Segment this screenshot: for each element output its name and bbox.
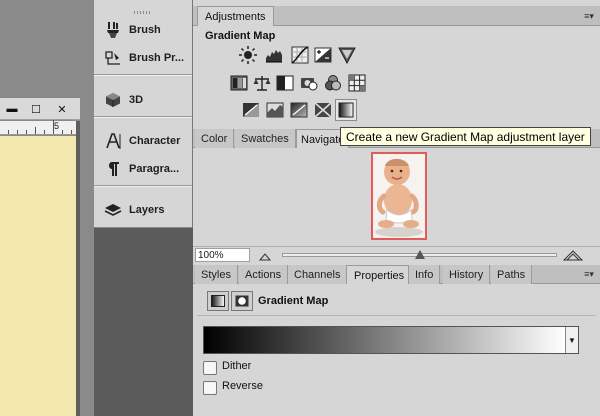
minimize-icon: ▬	[6, 103, 18, 115]
canvas-scrollbar[interactable]	[76, 121, 80, 416]
layer-mask-icon[interactable]	[231, 291, 253, 311]
tab-color[interactable]: Color	[195, 129, 235, 148]
dock-item-paragraph[interactable]: Paragra...	[94, 155, 192, 183]
dock-separator	[94, 185, 192, 187]
ruler-label: 5	[54, 121, 60, 131]
color-balance-icon[interactable]	[253, 74, 271, 92]
properties-divider	[197, 315, 596, 316]
dock-item-label: Layers	[129, 204, 165, 216]
dock-item-layers[interactable]: Layers	[94, 196, 192, 224]
layers-icon	[103, 200, 123, 220]
dock-item-label: Brush Pr...	[129, 52, 185, 64]
tab-styles[interactable]: Styles	[195, 265, 238, 284]
collapsed-panels: Brush Brush Pr... 3D Character Paragra..…	[94, 0, 193, 228]
dock-item-label: 3D	[129, 94, 144, 106]
properties-title: Gradient Map	[258, 295, 329, 307]
vibrance-icon[interactable]	[338, 46, 356, 64]
threshold-icon[interactable]	[290, 101, 308, 119]
zoom-field[interactable]: 100%	[195, 248, 250, 262]
panel-menu-icon[interactable]: ≡▾	[582, 10, 596, 22]
brightness-contrast-icon[interactable]	[239, 46, 257, 64]
curves-icon[interactable]	[291, 46, 309, 64]
paragraph-icon	[103, 159, 123, 179]
3d-cube-icon	[103, 90, 123, 110]
gradient-map-button[interactable]	[335, 99, 357, 121]
hue-saturation-icon[interactable]	[230, 74, 248, 92]
tab-swatches[interactable]: Swatches	[235, 129, 296, 148]
invert-icon[interactable]	[242, 101, 260, 119]
dock-item-3d[interactable]: 3D	[94, 86, 192, 114]
channel-mixer-icon[interactable]	[324, 74, 342, 92]
zoom-in-icon[interactable]	[563, 249, 583, 261]
tab-info[interactable]: Info	[408, 265, 441, 284]
dock-item-brush-presets[interactable]: Brush Pr...	[94, 44, 192, 72]
selective-color-icon[interactable]	[314, 101, 332, 119]
tooltip: Create a new Gradient Map adjustment lay…	[340, 127, 591, 146]
photo-filter-icon[interactable]	[300, 74, 318, 92]
posterize-icon[interactable]	[266, 101, 284, 119]
baby-photo-thumbnail	[373, 154, 425, 238]
properties-tabbar: Styles Actions Channels Properties Info …	[193, 265, 600, 285]
dock-separator	[94, 74, 192, 76]
dock-item-label: Character	[129, 135, 181, 147]
black-white-icon[interactable]	[276, 74, 294, 92]
reverse-checkbox[interactable]	[203, 381, 217, 395]
tab-channels[interactable]: Channels	[288, 265, 348, 284]
brush-icon	[103, 20, 123, 40]
dither-label: Dither	[222, 360, 252, 372]
adjustment-gradient-icon[interactable]	[207, 291, 229, 311]
maximize-button[interactable]: ☐	[26, 101, 46, 117]
tab-adjustments[interactable]: Adjustments	[197, 6, 274, 26]
maximize-icon: ☐	[31, 103, 41, 116]
navigator-thumbnail[interactable]	[371, 152, 427, 240]
gradient-dropdown-button[interactable]: ▼	[565, 327, 578, 353]
character-icon	[103, 131, 123, 151]
zoom-slider-handle[interactable]	[414, 250, 425, 259]
dither-checkbox[interactable]	[203, 361, 217, 375]
horizontal-ruler	[0, 120, 80, 135]
gradient-map-icon	[337, 101, 355, 119]
adjustments-title: Gradient Map	[205, 30, 276, 42]
dock-item-character[interactable]: Character	[94, 127, 192, 155]
exposure-icon[interactable]	[314, 46, 332, 64]
dock-item-label: Paragra...	[129, 163, 180, 175]
tab-history[interactable]: History	[443, 265, 491, 284]
tab-paths[interactable]: Paths	[491, 265, 533, 284]
panel-menu-icon[interactable]: ≡▾	[582, 268, 596, 280]
color-lookup-icon[interactable]	[348, 74, 366, 92]
close-icon: ✕	[57, 103, 67, 116]
adjustments-tabbar: Adjustments ≡▾	[193, 6, 600, 26]
chevron-down-icon: ▼	[568, 335, 576, 345]
zoom-out-icon[interactable]	[259, 251, 271, 261]
dock-item-label: Brush	[129, 24, 161, 36]
gradient-preview[interactable]	[204, 327, 565, 353]
tab-properties[interactable]: Properties	[346, 265, 413, 285]
brush-presets-icon	[103, 48, 123, 68]
close-button[interactable]: ✕	[52, 101, 72, 117]
dock-item-brush[interactable]: Brush	[94, 16, 192, 44]
levels-icon[interactable]	[265, 46, 283, 64]
document-canvas[interactable]	[0, 136, 76, 416]
dock-grip[interactable]	[134, 11, 152, 14]
tab-actions[interactable]: Actions	[239, 265, 289, 284]
minimize-button[interactable]: ▬	[2, 101, 22, 117]
dock-separator	[94, 116, 192, 118]
reverse-label: Reverse	[222, 380, 263, 392]
